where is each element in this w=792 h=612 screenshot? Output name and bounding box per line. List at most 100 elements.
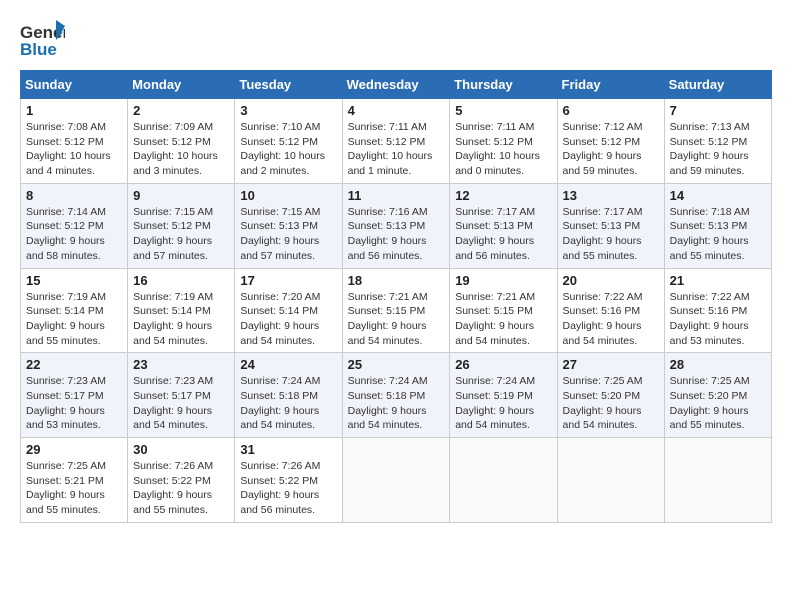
calendar-cell (342, 438, 450, 523)
calendar-header-row: SundayMondayTuesdayWednesdayThursdayFrid… (21, 71, 772, 99)
calendar-cell: 21 Sunrise: 7:22 AMSunset: 5:16 PMDayligh… (664, 268, 771, 353)
day-info: Sunrise: 7:15 AMSunset: 5:12 PMDaylight:… (133, 205, 229, 264)
day-of-week-header: Sunday (21, 71, 128, 99)
day-info: Sunrise: 7:11 AMSunset: 5:12 PMDaylight:… (455, 120, 551, 179)
calendar-cell (557, 438, 664, 523)
day-number: 19 (455, 273, 551, 288)
calendar-week-row: 29 Sunrise: 7:25 AMSunset: 5:21 PMDayligh… (21, 438, 772, 523)
day-info: Sunrise: 7:24 AMSunset: 5:19 PMDaylight:… (455, 374, 551, 433)
calendar-cell: 14 Sunrise: 7:18 AMSunset: 5:13 PMDayligh… (664, 183, 771, 268)
calendar-cell: 7 Sunrise: 7:13 AMSunset: 5:12 PMDaylight… (664, 99, 771, 184)
day-info: Sunrise: 7:11 AMSunset: 5:12 PMDaylight:… (348, 120, 445, 179)
calendar-cell: 15Sunrise: 7:19 AMSunset: 5:14 PMDayligh… (21, 268, 128, 353)
day-number: 13 (563, 188, 659, 203)
page-header: GeneralBlue (20, 20, 772, 60)
logo: GeneralBlue (20, 20, 65, 60)
calendar-week-row: 22 Sunrise: 7:23 AMSunset: 5:17 PMDayligh… (21, 353, 772, 438)
day-of-week-header: Thursday (450, 71, 557, 99)
calendar-cell: 24 Sunrise: 7:24 AMSunset: 5:18 PMDayligh… (235, 353, 342, 438)
day-of-week-header: Wednesday (342, 71, 450, 99)
day-info: Sunrise: 7:19 AMSunset: 5:14 PMDaylight:… (26, 290, 122, 349)
day-number: 12 (455, 188, 551, 203)
day-number: 11 (348, 188, 445, 203)
calendar-week-row: 8Sunrise: 7:14 AMSunset: 5:12 PMDaylight… (21, 183, 772, 268)
day-info: Sunrise: 7:23 AMSunset: 5:17 PMDaylight:… (133, 374, 229, 433)
day-of-week-header: Tuesday (235, 71, 342, 99)
calendar-cell (664, 438, 771, 523)
calendar-cell: 2 Sunrise: 7:09 AMSunset: 5:12 PMDaylight… (128, 99, 235, 184)
day-info: Sunrise: 7:20 AMSunset: 5:14 PMDaylight:… (240, 290, 336, 349)
day-info: Sunrise: 7:16 AMSunset: 5:13 PMDaylight:… (348, 205, 445, 264)
day-info: Sunrise: 7:09 AMSunset: 5:12 PMDaylight:… (133, 120, 229, 179)
calendar-cell: 31 Sunrise: 7:26 AMSunset: 5:22 PMDayligh… (235, 438, 342, 523)
day-info: Sunrise: 7:17 AMSunset: 5:13 PMDaylight:… (455, 205, 551, 264)
day-number: 8 (26, 188, 122, 203)
calendar-cell: 9 Sunrise: 7:15 AMSunset: 5:12 PMDaylight… (128, 183, 235, 268)
calendar-cell: 10Sunrise: 7:15 AMSunset: 5:13 PMDayligh… (235, 183, 342, 268)
day-number: 3 (240, 103, 336, 118)
day-info: Sunrise: 7:24 AMSunset: 5:18 PMDaylight:… (348, 374, 445, 433)
day-of-week-header: Saturday (664, 71, 771, 99)
day-number: 28 (670, 357, 766, 372)
day-number: 14 (670, 188, 766, 203)
calendar-cell: 26 Sunrise: 7:24 AMSunset: 5:19 PMDayligh… (450, 353, 557, 438)
day-info: Sunrise: 7:22 AMSunset: 5:16 PMDaylight:… (670, 290, 766, 349)
day-info: Sunrise: 7:13 AMSunset: 5:12 PMDaylight:… (670, 120, 766, 179)
day-info: Sunrise: 7:17 AMSunset: 5:13 PMDaylight:… (563, 205, 659, 264)
svg-text:Blue: Blue (20, 40, 57, 59)
calendar-cell: 12 Sunrise: 7:17 AMSunset: 5:13 PMDayligh… (450, 183, 557, 268)
day-info: Sunrise: 7:22 AMSunset: 5:16 PMDaylight:… (563, 290, 659, 349)
calendar-cell: 29 Sunrise: 7:25 AMSunset: 5:21 PMDayligh… (21, 438, 128, 523)
calendar-cell: 27Sunrise: 7:25 AMSunset: 5:20 PMDayligh… (557, 353, 664, 438)
day-number: 16 (133, 273, 229, 288)
calendar-table: SundayMondayTuesdayWednesdayThursdayFrid… (20, 70, 772, 523)
day-info: Sunrise: 7:23 AMSunset: 5:17 PMDaylight:… (26, 374, 122, 433)
day-number: 25 (348, 357, 445, 372)
day-number: 5 (455, 103, 551, 118)
calendar-week-row: 15Sunrise: 7:19 AMSunset: 5:14 PMDayligh… (21, 268, 772, 353)
calendar-cell: 19 Sunrise: 7:21 AMSunset: 5:15 PMDayligh… (450, 268, 557, 353)
day-info: Sunrise: 7:18 AMSunset: 5:13 PMDaylight:… (670, 205, 766, 264)
day-number: 18 (348, 273, 445, 288)
day-number: 22 (26, 357, 122, 372)
day-info: Sunrise: 7:25 AMSunset: 5:21 PMDaylight:… (26, 459, 122, 518)
calendar-cell (450, 438, 557, 523)
day-number: 7 (670, 103, 766, 118)
day-number: 29 (26, 442, 122, 457)
day-number: 30 (133, 442, 229, 457)
day-info: Sunrise: 7:21 AMSunset: 5:15 PMDaylight:… (455, 290, 551, 349)
day-number: 6 (563, 103, 659, 118)
day-number: 21 (670, 273, 766, 288)
calendar-cell: 25 Sunrise: 7:24 AMSunset: 5:18 PMDayligh… (342, 353, 450, 438)
day-info: Sunrise: 7:25 AMSunset: 5:20 PMDaylight:… (670, 374, 766, 433)
day-info: Sunrise: 7:12 AMSunset: 5:12 PMDaylight:… (563, 120, 659, 179)
calendar-cell: 22 Sunrise: 7:23 AMSunset: 5:17 PMDayligh… (21, 353, 128, 438)
day-info: Sunrise: 7:10 AMSunset: 5:12 PMDaylight:… (240, 120, 336, 179)
day-of-week-header: Monday (128, 71, 235, 99)
day-number: 10 (240, 188, 336, 203)
calendar-cell: 20 Sunrise: 7:22 AMSunset: 5:16 PMDayligh… (557, 268, 664, 353)
day-number: 17 (240, 273, 336, 288)
calendar-cell: 23Sunrise: 7:23 AMSunset: 5:17 PMDayligh… (128, 353, 235, 438)
calendar-cell: 4 Sunrise: 7:11 AMSunset: 5:12 PMDaylight… (342, 99, 450, 184)
day-number: 1 (26, 103, 122, 118)
calendar-cell: 13 Sunrise: 7:17 AMSunset: 5:13 PMDayligh… (557, 183, 664, 268)
day-number: 4 (348, 103, 445, 118)
calendar-week-row: 1Sunrise: 7:08 AMSunset: 5:12 PMDaylight… (21, 99, 772, 184)
day-info: Sunrise: 7:24 AMSunset: 5:18 PMDaylight:… (240, 374, 336, 433)
day-number: 9 (133, 188, 229, 203)
calendar-cell: 11 Sunrise: 7:16 AMSunset: 5:13 PMDayligh… (342, 183, 450, 268)
day-number: 31 (240, 442, 336, 457)
calendar-cell: 5 Sunrise: 7:11 AMSunset: 5:12 PMDaylight… (450, 99, 557, 184)
calendar-cell: 6 Sunrise: 7:12 AMSunset: 5:12 PMDaylight… (557, 99, 664, 184)
calendar-cell: 16 Sunrise: 7:19 AMSunset: 5:14 PMDayligh… (128, 268, 235, 353)
day-number: 2 (133, 103, 229, 118)
day-number: 20 (563, 273, 659, 288)
day-info: Sunrise: 7:26 AMSunset: 5:22 PMDaylight:… (240, 459, 336, 518)
day-of-week-header: Friday (557, 71, 664, 99)
day-info: Sunrise: 7:19 AMSunset: 5:14 PMDaylight:… (133, 290, 229, 349)
day-number: 24 (240, 357, 336, 372)
calendar-cell: 28 Sunrise: 7:25 AMSunset: 5:20 PMDayligh… (664, 353, 771, 438)
day-number: 26 (455, 357, 551, 372)
day-number: 27 (563, 357, 659, 372)
